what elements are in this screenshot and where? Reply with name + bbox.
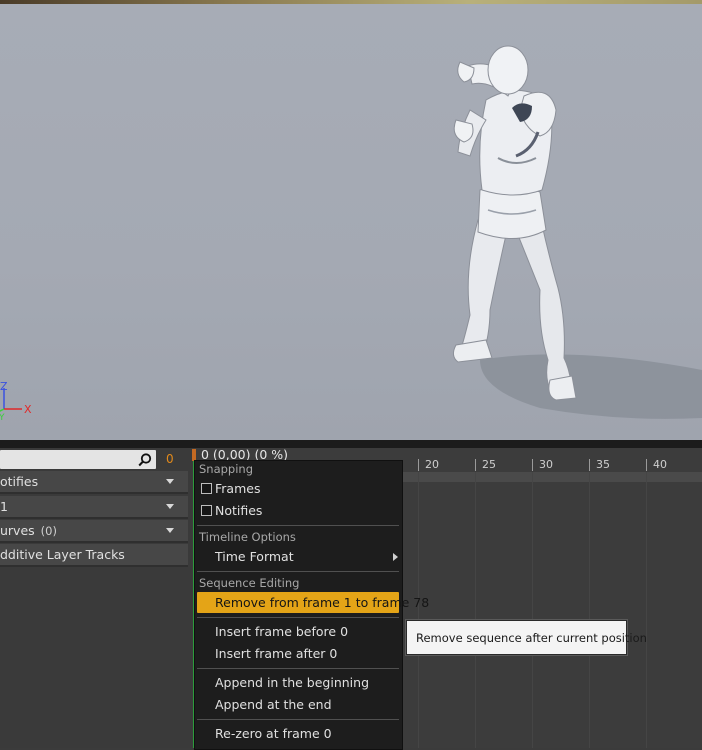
axis-label-y: Y [0, 413, 5, 423]
timeline-gridline [532, 472, 533, 748]
ruler-tick [646, 459, 647, 471]
menu-item-insert-after-label: Insert frame after 0 [215, 646, 338, 661]
timeline-options-header: Timeline Options [199, 530, 296, 544]
search-result-count: 0 [166, 452, 174, 466]
menu-item-time-format-label: Time Format [215, 549, 294, 564]
menu-item-insert-before-label: Insert frame before 0 [215, 624, 349, 639]
notifies-checkbox[interactable] [201, 505, 212, 516]
mannequin-character [452, 45, 702, 419]
menu-item-rezero[interactable]: Re-zero at frame 0 [197, 723, 399, 744]
ruler-tick-label: 20 [425, 458, 439, 471]
menu-item-time-format[interactable]: Time Format [197, 546, 399, 567]
timeline-ruler-band [400, 472, 702, 482]
menu-item-notifies[interactable]: Notifies [197, 500, 399, 521]
menu-item-insert-before[interactable]: Insert frame before 0 [197, 621, 399, 642]
timeline-gridline [418, 472, 419, 748]
snapping-header: Snapping [199, 462, 254, 476]
menu-separator [197, 617, 399, 618]
ruler-tick [475, 459, 476, 471]
menu-separator [197, 719, 399, 720]
track-additive-layer-label: dditive Layer Tracks [0, 547, 125, 562]
tooltip-text: Remove sequence after current position [416, 631, 647, 645]
menu-item-append-end[interactable]: Append at the end [197, 694, 399, 715]
track-notifies-label: otifies [0, 474, 39, 489]
timeline-gridline [589, 472, 590, 748]
track-1-label: 1 [0, 499, 8, 514]
track-notifies[interactable]: otifies [0, 471, 188, 494]
menu-separator [197, 525, 399, 526]
track-additive-layer[interactable]: dditive Layer Tracks [0, 544, 188, 567]
menu-item-append-beginning[interactable]: Append in the beginning [197, 672, 399, 693]
ruler-tick [418, 459, 419, 471]
menu-separator [197, 668, 399, 669]
menu-item-append-end-label: Append at the end [215, 697, 332, 712]
ruler-tick [532, 459, 533, 471]
chevron-down-icon[interactable] [166, 479, 174, 484]
submenu-arrow-icon [393, 553, 398, 561]
menu-item-insert-after[interactable]: Insert frame after 0 [197, 643, 399, 664]
tooltip: Remove sequence after current position [406, 620, 647, 655]
chevron-down-icon[interactable] [166, 528, 174, 533]
menu-item-remove-from-frame-label: Remove from frame 1 to frame 78 [215, 595, 430, 610]
track-curves[interactable]: urves (0) [0, 520, 188, 543]
frames-checkbox[interactable] [201, 483, 212, 494]
track-curves-count: (0) [40, 524, 57, 538]
axis-gizmo: Z X Y [0, 380, 32, 423]
axis-label-x: X [24, 403, 32, 416]
menu-item-remove-from-frame[interactable]: Remove from frame 1 to frame 78 [197, 592, 429, 613]
viewport[interactable]: Z X Y [0, 0, 702, 440]
timeline-gridline [646, 472, 647, 748]
ruler-tick-label: 35 [596, 458, 610, 471]
track-1[interactable]: 1 [0, 496, 188, 519]
axis-label-z: Z [0, 380, 8, 393]
timeline-context-menu: Snapping Frames Notifies Timeline Option… [194, 460, 429, 750]
search-icon[interactable] [138, 453, 152, 467]
ruler-tick-label: 25 [482, 458, 496, 471]
menu-item-notifies-label: Notifies [215, 503, 263, 518]
timeline-gridline [475, 472, 476, 748]
track-search-row: 0 [0, 450, 192, 470]
menu-item-frames[interactable]: Frames [197, 478, 399, 499]
menu-item-append-beginning-label: Append in the beginning [215, 675, 370, 690]
menu-item-rezero-label: Re-zero at frame 0 [215, 726, 332, 741]
track-curves-label: urves [0, 523, 35, 538]
ruler-tick [589, 459, 590, 471]
ruler-tick-label: 40 [653, 458, 667, 471]
track-search-input[interactable] [0, 450, 156, 469]
menu-item-frames-label: Frames [215, 481, 261, 496]
viewport-top-strip [0, 0, 702, 4]
menu-separator [197, 571, 399, 572]
panel-divider[interactable] [0, 440, 702, 448]
sequence-editing-header: Sequence Editing [199, 576, 300, 590]
ruler-tick-label: 30 [539, 458, 553, 471]
chevron-down-icon[interactable] [166, 504, 174, 509]
